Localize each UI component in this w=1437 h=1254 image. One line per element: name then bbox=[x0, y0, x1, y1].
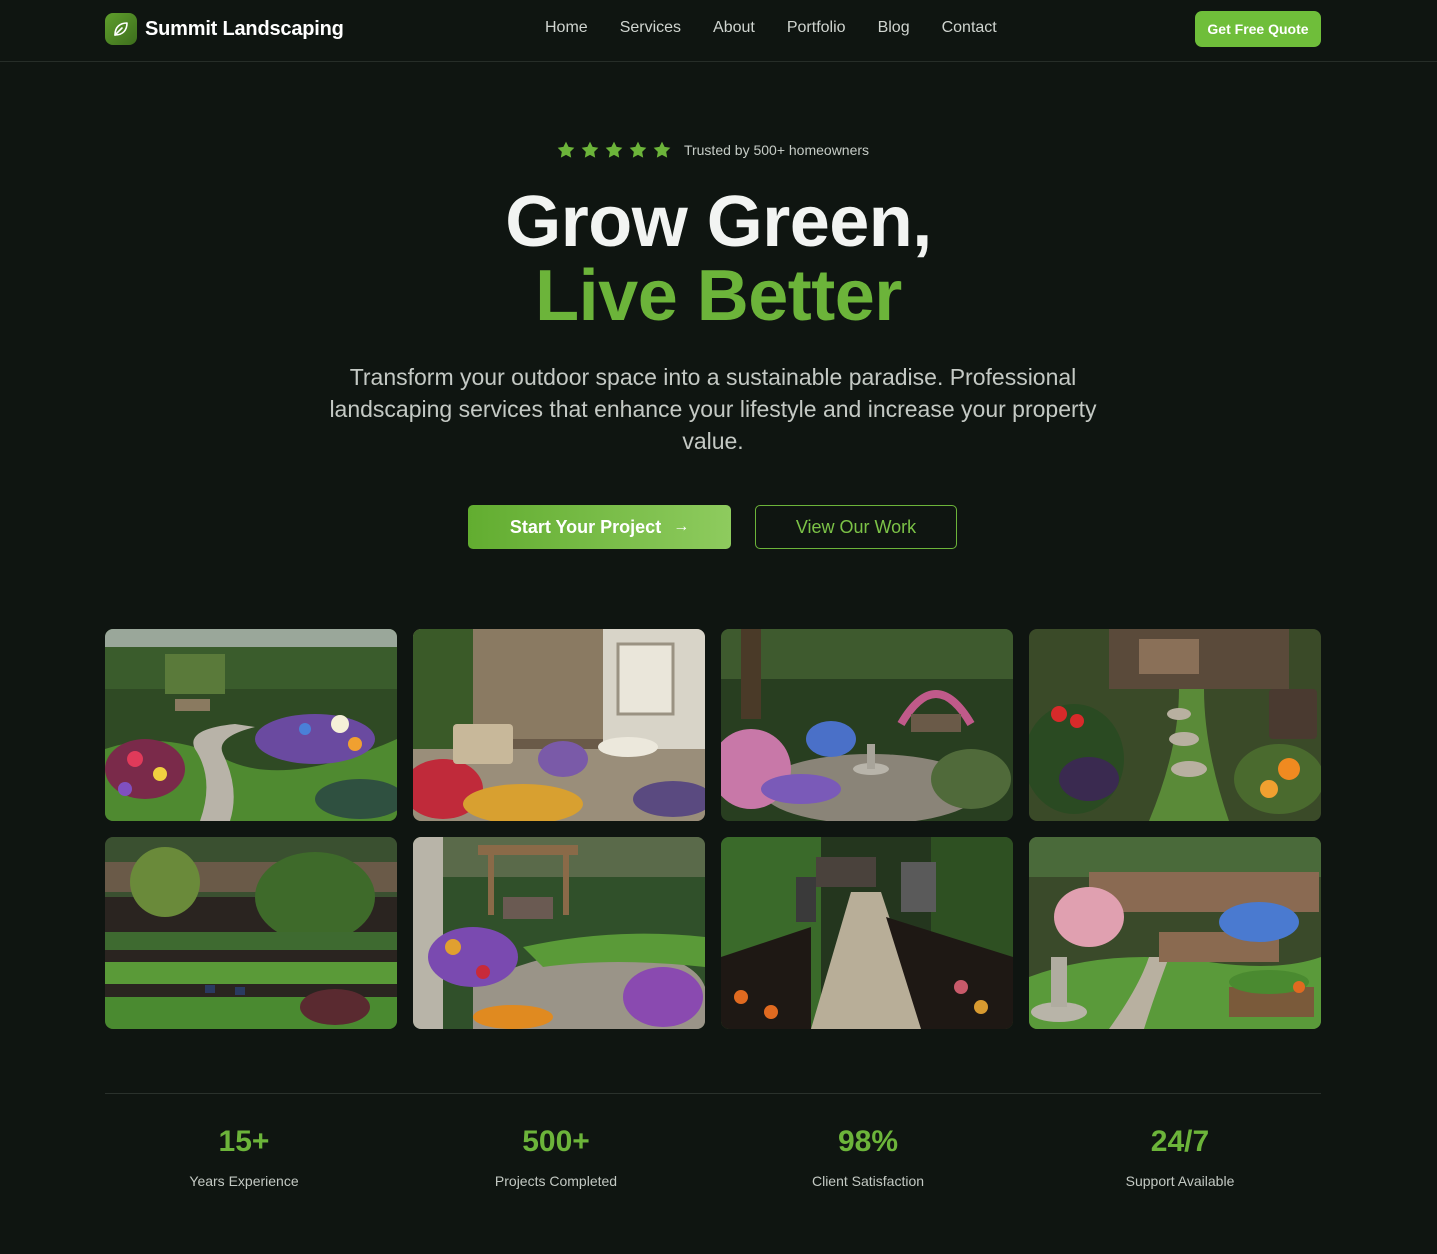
gallery-image[interactable] bbox=[721, 837, 1013, 1029]
nav-link-home[interactable]: Home bbox=[545, 18, 588, 38]
stat-value: 500+ bbox=[522, 1125, 590, 1158]
stat-support: 24/7 Support Available bbox=[1030, 1124, 1330, 1189]
star-icon bbox=[629, 141, 647, 158]
arrow-right-icon: → bbox=[673, 518, 690, 535]
view-work-button[interactable]: View Our Work bbox=[755, 505, 957, 549]
stat-label: Support Available bbox=[1125, 1173, 1235, 1189]
hero-subtitle: Transform your outdoor space into a sust… bbox=[329, 364, 1097, 454]
start-project-button[interactable]: Start Your Project → bbox=[468, 505, 731, 549]
nav-link-contact[interactable]: Contact bbox=[942, 18, 997, 38]
stat-satisfaction: 98% Client Satisfaction bbox=[718, 1124, 1018, 1189]
top-navbar: Summit Landscaping Home Services About P… bbox=[0, 0, 1437, 62]
trust-text: Trusted by 500+ homeowners bbox=[683, 142, 870, 158]
stat-projects: 500+ Projects Completed bbox=[406, 1124, 706, 1189]
stat-value: 24/7 bbox=[1150, 1125, 1210, 1158]
brand-name: Summit Landscaping bbox=[145, 17, 344, 40]
hero-title-line2: Live Better bbox=[535, 256, 902, 336]
gallery-image[interactable] bbox=[721, 629, 1013, 821]
nav-link-about[interactable]: About bbox=[713, 18, 755, 38]
trust-badge: Trusted by 500+ homeowners bbox=[0, 140, 1431, 160]
stat-label: Years Experience bbox=[189, 1173, 299, 1189]
hero-title-line1: Grow Green, bbox=[505, 182, 932, 262]
nav-link-blog[interactable]: Blog bbox=[878, 18, 910, 38]
gallery-image[interactable] bbox=[105, 837, 397, 1029]
gallery-image[interactable] bbox=[413, 629, 705, 821]
stat-value: 98% bbox=[837, 1125, 899, 1158]
star-icon bbox=[581, 141, 599, 158]
stat-label: Client Satisfaction bbox=[811, 1173, 925, 1189]
start-project-label: Start Your Project bbox=[509, 516, 662, 537]
nav-links: Home Services About Portfolio Blog Conta… bbox=[545, 18, 1029, 38]
leaf-icon bbox=[105, 13, 137, 45]
star-icon bbox=[653, 141, 671, 158]
nav-link-portfolio[interactable]: Portfolio bbox=[787, 18, 846, 38]
nav-link-services[interactable]: Services bbox=[620, 18, 681, 38]
gallery-image[interactable] bbox=[1029, 837, 1321, 1029]
gallery-image[interactable] bbox=[105, 629, 397, 821]
gallery-image[interactable] bbox=[1029, 629, 1321, 821]
gallery-image[interactable] bbox=[413, 837, 705, 1029]
stat-years: 15+ Years Experience bbox=[94, 1124, 394, 1189]
star-icon bbox=[605, 141, 623, 158]
star-icon bbox=[557, 141, 575, 158]
get-free-quote-button[interactable]: Get Free Quote bbox=[1195, 11, 1321, 47]
stat-label: Projects Completed bbox=[494, 1173, 618, 1189]
brand[interactable]: Summit Landscaping bbox=[105, 12, 344, 46]
stats-divider bbox=[105, 1093, 1321, 1094]
rating-stars bbox=[556, 140, 672, 160]
stat-value: 15+ bbox=[218, 1125, 270, 1158]
